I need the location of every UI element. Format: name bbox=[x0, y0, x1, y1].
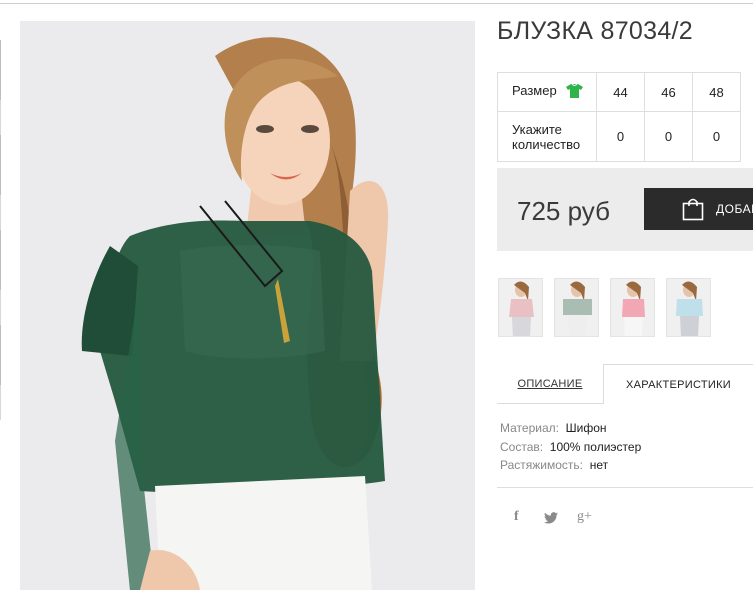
coral-blouse-thumb[interactable] bbox=[610, 278, 655, 337]
tab-characteristics[interactable]: ХАРАКТЕРИСТИКИ bbox=[603, 364, 753, 404]
spec-key: Растяжимость: bbox=[500, 458, 584, 472]
spec-key: Материал: bbox=[500, 421, 559, 435]
top-rule bbox=[0, 3, 753, 4]
quantity-row: Укажите количество 0 0 0 bbox=[497, 111, 741, 162]
quantity-field[interactable]: 0 bbox=[644, 111, 693, 162]
main-product-image[interactable] bbox=[20, 21, 475, 590]
product-specs: Материал: Шифон Состав: 100% полиэстер Р… bbox=[500, 419, 641, 475]
quantity-label: Укажите количество bbox=[497, 111, 597, 162]
product-title: БЛУЗКА 87034/2 bbox=[497, 17, 693, 45]
googleplus-icon[interactable]: g+ bbox=[577, 509, 592, 525]
spec-value: 100% полиэстер bbox=[549, 439, 642, 454]
gallery-edge-mark bbox=[0, 325, 1, 385]
shopping-bag-icon bbox=[682, 197, 704, 224]
size-option[interactable]: 46 bbox=[644, 72, 693, 112]
pink-blouse-thumb[interactable] bbox=[498, 278, 543, 337]
size-label: Размер bbox=[512, 83, 557, 99]
divider bbox=[497, 487, 753, 488]
facebook-icon[interactable]: f bbox=[514, 509, 519, 525]
tshirt-icon[interactable] bbox=[566, 83, 584, 101]
size-row: Размер 44 46 48 bbox=[497, 72, 741, 112]
spec-value: Шифон bbox=[565, 421, 607, 435]
twitter-icon[interactable] bbox=[544, 511, 558, 527]
gallery-edge bbox=[0, 40, 1, 420]
spec-row: Материал: Шифон bbox=[500, 419, 641, 438]
product-price: 725 руб bbox=[517, 196, 610, 226]
quantity-field[interactable]: 0 bbox=[692, 111, 741, 162]
price-box: 725 руб ДОБАВ bbox=[497, 168, 753, 251]
add-to-cart-label: ДОБАВ bbox=[716, 202, 753, 216]
quantity-field[interactable]: 0 bbox=[596, 111, 645, 162]
size-label-cell: Размер bbox=[497, 72, 597, 112]
light-blue-blouse-thumb[interactable] bbox=[666, 278, 711, 337]
tab-description[interactable]: ОПИСАНИЕ bbox=[497, 364, 603, 404]
spec-value: нет bbox=[589, 458, 609, 472]
gallery-edge-mark bbox=[0, 230, 1, 290]
grey-green-blouse-thumb[interactable] bbox=[554, 278, 599, 337]
size-option[interactable]: 44 bbox=[596, 72, 645, 112]
product-tabs: ОПИСАНИЕ ХАРАКТЕРИСТИКИ bbox=[497, 364, 753, 404]
spec-row: Состав: 100% полиэстер bbox=[500, 438, 641, 457]
add-to-cart-button[interactable]: ДОБАВ bbox=[644, 188, 753, 230]
size-option[interactable]: 48 bbox=[692, 72, 741, 112]
gallery-edge-mark bbox=[0, 135, 1, 195]
size-table: Размер 44 46 48 Укажите количество 0 0 0 bbox=[497, 72, 741, 162]
spec-key: Состав: bbox=[500, 439, 544, 454]
gallery-edge-mark bbox=[0, 40, 1, 100]
spec-row: Растяжимость: нет bbox=[500, 456, 641, 475]
